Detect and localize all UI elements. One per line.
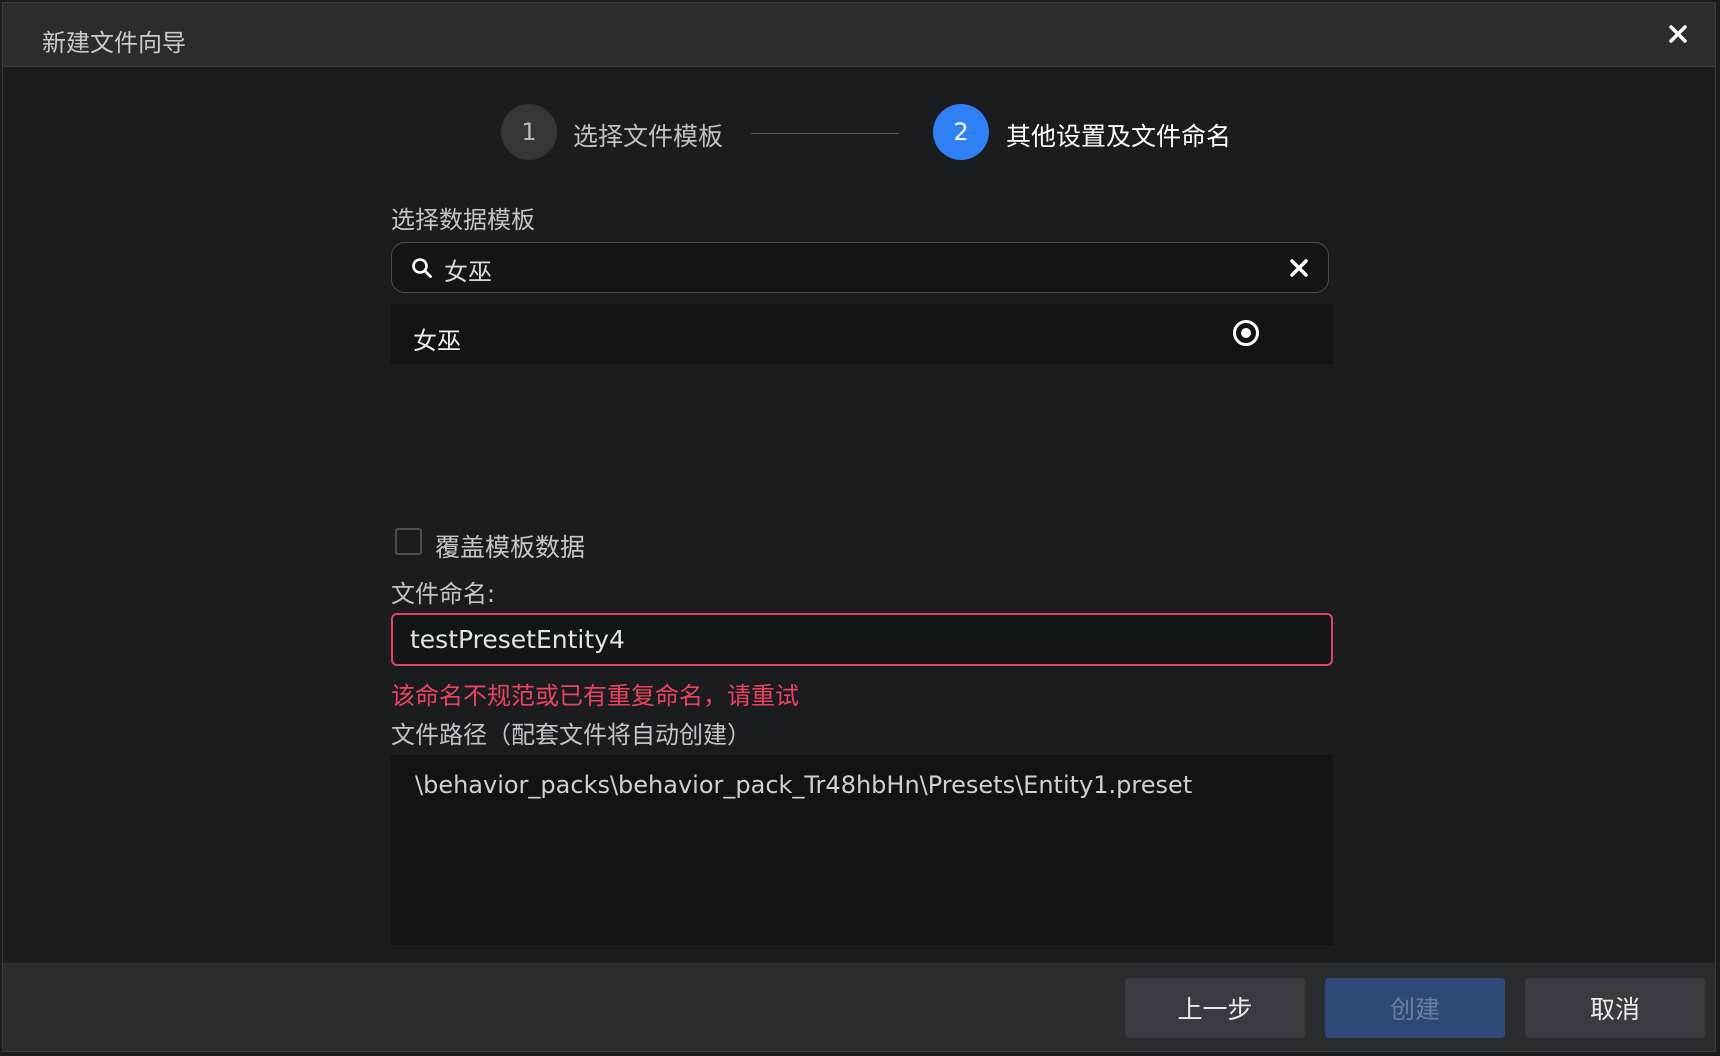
override-template-checkbox[interactable] [395,528,422,555]
file-path-display: \behavior_packs\behavior_pack_Tr48hbHn\P… [391,755,1333,945]
template-result-label: 女巫 [413,327,461,355]
close-icon [1669,25,1687,43]
dialog-footer: 上一步 创建 取消 [3,963,1715,1051]
template-section-label: 选择数据模板 [391,206,535,234]
dialog-title: 新建文件向导 [42,29,186,57]
template-search-box [391,242,1329,293]
file-name-input[interactable] [391,613,1333,666]
new-file-wizard-dialog: 新建文件向导 1 选择文件模板 2 其他设置及文件命名 选择数据模板 女巫 覆盖… [2,2,1716,1052]
title-bar: 新建文件向导 [3,3,1715,67]
step-2-label: 其他设置及文件命名 [1006,122,1232,151]
step-2-indicator: 2 [933,104,989,160]
clear-search-icon[interactable] [1286,255,1312,281]
step-connector [751,133,899,134]
create-button[interactable]: 创建 [1325,978,1505,1038]
file-name-label: 文件命名: [391,580,496,608]
template-result-item[interactable]: 女巫 [391,304,1333,364]
template-search-input[interactable] [442,250,1266,288]
search-icon [412,258,432,278]
close-button[interactable] [1663,19,1693,49]
cancel-button[interactable]: 取消 [1525,978,1705,1038]
step-1-label: 选择文件模板 [573,122,724,151]
override-template-label: 覆盖模板数据 [435,533,586,562]
template-radio-selected[interactable] [1233,320,1259,346]
step-1-indicator: 1 [501,104,557,160]
file-name-error: 该命名不规范或已有重复命名，请重试 [391,682,799,710]
previous-step-button[interactable]: 上一步 [1125,978,1305,1038]
file-path-label: 文件路径（配套文件将自动创建） [391,721,751,749]
